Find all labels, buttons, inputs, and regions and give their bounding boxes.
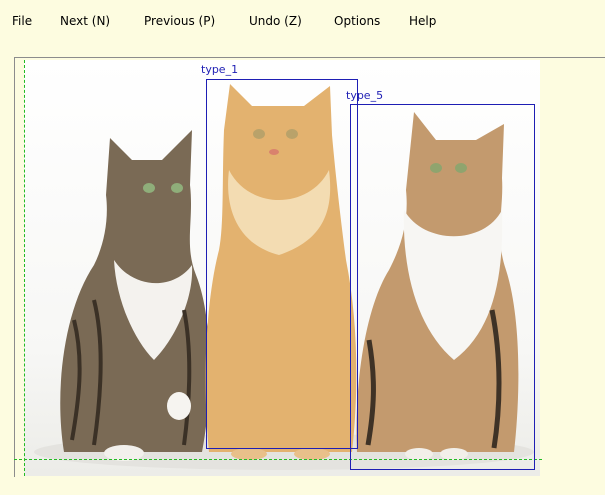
menu-previous[interactable]: Previous (P) bbox=[144, 13, 215, 29]
menu-undo[interactable]: Undo (Z) bbox=[249, 13, 302, 29]
bounding-box-type-1[interactable] bbox=[206, 79, 358, 449]
menu-file[interactable]: File bbox=[12, 13, 32, 29]
bounding-box-type-5[interactable] bbox=[350, 104, 535, 470]
menu-help[interactable]: Help bbox=[409, 13, 436, 29]
cat-left-figure bbox=[60, 130, 210, 461]
guide-vertical-line bbox=[24, 60, 25, 476]
menu-options[interactable]: Options bbox=[334, 13, 380, 29]
bbox-label-type-5: type_5 bbox=[346, 89, 384, 102]
menu-bar: File Next (N) Previous (P) Undo (Z) Opti… bbox=[0, 0, 605, 40]
menu-next[interactable]: Next (N) bbox=[60, 13, 110, 29]
bbox-label-type-1: type_1 bbox=[201, 63, 239, 76]
